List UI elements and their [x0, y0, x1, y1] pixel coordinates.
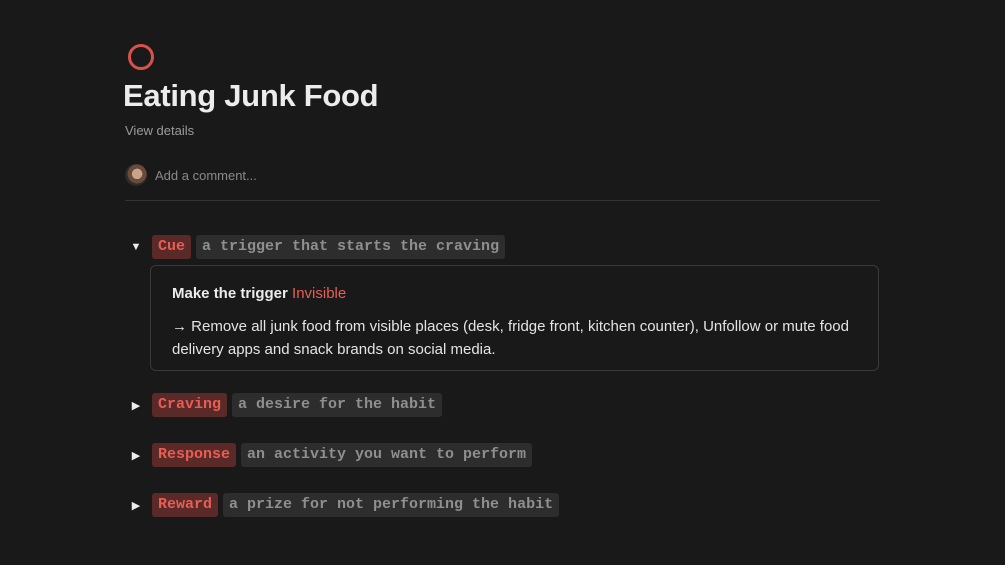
toggle-label: Cue — [152, 235, 192, 259]
callout-block[interactable]: Make the trigger Invisible → Remove all … — [150, 265, 879, 371]
toggle-reward[interactable]: ▶ Reward a prize for not performing the … — [128, 492, 560, 518]
toggle-craving[interactable]: ▶ Craving a desire for the habit — [128, 392, 443, 418]
divider — [125, 200, 880, 201]
toggle-description: a trigger that starts the craving — [196, 235, 506, 259]
page-title[interactable]: Eating Junk Food — [123, 78, 379, 114]
callout-heading-highlight: Invisible — [292, 285, 347, 302]
comment-row[interactable]: Add a comment... — [125, 163, 257, 187]
toggle-description: an activity you want to perform — [241, 443, 533, 467]
toggle-label: Reward — [152, 493, 219, 517]
view-details-link[interactable]: View details — [125, 123, 194, 138]
comment-input[interactable]: Add a comment... — [155, 168, 257, 183]
toggle-cue[interactable]: ▼ Cue a trigger that starts the craving — [128, 234, 506, 260]
toggle-arrow-right-icon[interactable]: ▶ — [128, 447, 144, 463]
toggle-arrow-down-icon[interactable]: ▼ — [128, 239, 144, 255]
toggle-description: a desire for the habit — [232, 393, 443, 417]
circle-icon[interactable] — [128, 44, 154, 70]
callout-heading: Make the trigger Invisible — [172, 285, 346, 302]
callout-heading-prefix: Make the trigger — [172, 285, 293, 302]
toggle-label: Craving — [152, 393, 228, 417]
toggle-response[interactable]: ▶ Response an activity you want to perfo… — [128, 442, 533, 468]
avatar — [125, 164, 147, 186]
page: Eating Junk Food View details Add a comm… — [0, 0, 1005, 565]
toggle-arrow-right-icon[interactable]: ▶ — [128, 497, 144, 513]
toggle-description: a prize for not performing the habit — [223, 493, 560, 517]
toggle-label: Response — [152, 443, 237, 467]
callout-body: → Remove all junk food from visible plac… — [172, 318, 849, 358]
toggle-arrow-right-icon[interactable]: ▶ — [128, 397, 144, 413]
